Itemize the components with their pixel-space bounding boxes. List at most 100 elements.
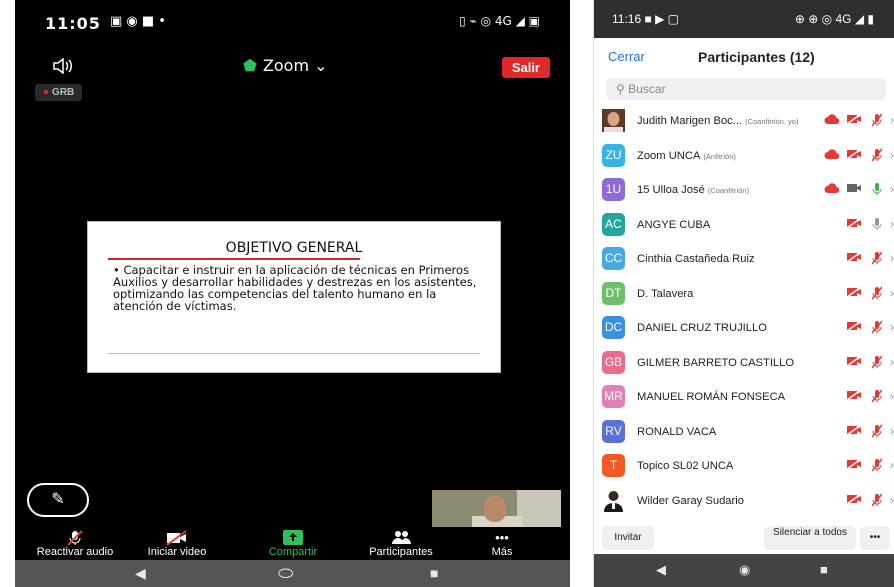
muted-mic-icon [871, 113, 883, 130]
camera-off-icon [127, 530, 227, 546]
mute-all-button[interactable]: Silenciar a todos [764, 526, 856, 550]
participant-row[interactable]: Wilder Garay Sudario › [594, 484, 894, 519]
participant-row[interactable]: AC ANGYE CUBA › [594, 208, 894, 243]
avatar: GB [602, 350, 625, 374]
record-dot-icon: ● [43, 87, 50, 98]
camera-off-icon [846, 251, 862, 266]
chevron-right-icon: › [890, 492, 894, 507]
participant-row[interactable]: RV RONALD VACA › [594, 415, 894, 450]
home-icon[interactable]: ◉ [739, 562, 750, 578]
recent-apps-icon[interactable]: ■ [430, 565, 438, 581]
more-button[interactable]: ••• Más [452, 530, 552, 558]
participant-row[interactable]: Judith Marigen Boc... (Coanfitrión, yo) › [594, 104, 894, 139]
avatar: DT [602, 281, 625, 305]
participant-role: (Coanfitrión, yo) [745, 117, 799, 126]
participants-icon [351, 530, 451, 546]
background-shelf [517, 490, 561, 527]
participant-row[interactable]: T Topico SL02 UNCA › [594, 449, 894, 484]
chevron-right-icon: › [890, 458, 894, 472]
avatar: RV [602, 419, 625, 443]
participant-name-text: Judith Marigen Boc... [637, 115, 743, 127]
participant-row[interactable]: GB GILMER BARRETO CASTILLO › [594, 346, 894, 381]
participant-name: 15 Ulloa José (Coanfitrión) [637, 184, 749, 196]
leave-button[interactable]: Salir [501, 57, 550, 78]
participant-name-text: RONALD VACA [637, 425, 717, 438]
participant-name: GILMER BARRETO CASTILLO [637, 357, 794, 369]
muted-mic-icon [871, 458, 883, 475]
participant-name: Zoom UNCA (Anfitrión) [637, 150, 736, 162]
person-face [484, 496, 506, 522]
participant-row[interactable]: CC Cinthia Castañeda Ruiz › [594, 242, 894, 277]
mic-icon [872, 217, 882, 234]
participants-header: Cerrar Participantes (12) [594, 38, 894, 76]
chevron-right-icon: › [890, 320, 894, 334]
self-video-thumbnail[interactable] [432, 490, 561, 527]
participant-row[interactable]: ZU Zoom UNCA (Anfitrión) › [594, 139, 894, 174]
invite-button[interactable]: Invitar [602, 526, 654, 550]
participants-screen: 11:16 ■ ▶ ▢ ⊕ ⊕ ◎ 4G ◢ ▮ Cerrar Particip… [593, 0, 894, 587]
close-button[interactable]: Cerrar [608, 49, 645, 64]
back-icon[interactable]: ◀ [656, 562, 666, 578]
muted-mic-icon [871, 320, 883, 337]
more-options-button[interactable]: ••• [860, 526, 890, 550]
toolbar-label: Más [491, 546, 513, 558]
avatar: 1U [602, 178, 625, 201]
avatar: T [602, 454, 625, 477]
participants-button[interactable]: Participantes [351, 530, 451, 558]
status-system-icons: ⊕ ⊕ ◎ 4G ◢ ▮ [794, 12, 874, 26]
muted-mic-icon [871, 286, 883, 303]
cloud-recording-icon [824, 148, 840, 163]
chevron-right-icon: › [890, 285, 894, 300]
participant-row[interactable]: 1U 15 Ulloa José (Coanfitrión) › [594, 173, 894, 208]
share-button[interactable]: Compartir [243, 530, 343, 558]
status-system-icons: ▯ ⌁ ◎ 4G ◢ ▣ [459, 14, 540, 28]
camera-off-icon [846, 492, 862, 508]
more-icon: ••• [495, 530, 509, 545]
cloud-recording-icon [824, 113, 840, 128]
share-icon [243, 530, 343, 546]
status-time-text: 11:16 [612, 12, 642, 26]
muted-mic-icon [871, 148, 883, 165]
muted-mic-icon [25, 530, 125, 546]
participant-name-text: 15 Ulloa José [637, 184, 705, 196]
participant-name: MANUEL ROMÁN FONSECA [637, 391, 785, 403]
participant-role: (Anfitrión) [703, 151, 736, 161]
mic-icon [872, 182, 882, 199]
back-icon[interactable]: ◀ [135, 565, 146, 582]
participant-name-text: Cinthia Castañeda Ruiz [637, 253, 755, 265]
participant-name: Wilder Garay Sudario [637, 495, 744, 507]
recent-apps-icon[interactable]: ■ [820, 562, 828, 577]
toolbar-label: Compartir [268, 546, 318, 558]
speaker-icon[interactable] [53, 57, 75, 78]
participant-name: Cinthia Castañeda Ruiz [637, 253, 755, 265]
meeting-topbar: ⬟ Zoom ⌄ Salir [15, 52, 570, 82]
meeting-title: Zoom [262, 56, 310, 75]
chevron-right-icon: › [890, 354, 894, 369]
home-icon[interactable]: ⬭ [278, 563, 293, 584]
camera-off-icon [846, 423, 862, 439]
status-time: 11:05 [45, 14, 101, 33]
meeting-toolbar: Reactivar audio Iniciar video Compartir … [15, 530, 570, 560]
participant-name: RONALD VACA [637, 426, 716, 438]
camera-off-icon [846, 354, 862, 370]
status-bar: 11:05 ▣ ◉ ■ • ▯ ⌁ ◎ 4G ◢ ▣ [15, 0, 570, 44]
slide-divider [108, 353, 480, 354]
meeting-title-dropdown[interactable]: ⬟ Zoom ⌄ [243, 56, 328, 75]
annotate-pen-button[interactable]: ✎ [27, 483, 89, 517]
camera-off-icon [846, 147, 862, 163]
toolbar-label: Reactivar audio [36, 546, 114, 558]
muted-mic-icon [871, 355, 883, 372]
avatar: DC [602, 316, 625, 339]
start-video-button[interactable]: Iniciar video [127, 530, 227, 558]
shield-icon: ⬟ [243, 56, 257, 75]
participant-name-text: GILMER BARRETO CASTILLO [637, 356, 795, 369]
toolbar-label: Iniciar video [147, 546, 207, 558]
participant-name-text: MANUEL ROMÁN FONSECA [637, 391, 786, 403]
search-input[interactable]: ⚲ Buscar [606, 78, 886, 100]
unmute-audio-button[interactable]: Reactivar audio [25, 530, 125, 558]
muted-mic-icon [871, 424, 883, 441]
participant-name: DANIEL CRUZ TRUJILLO [637, 322, 767, 334]
participant-row[interactable]: DC DANIEL CRUZ TRUJILLO › [594, 311, 894, 346]
participant-row[interactable]: DT D. Talavera › [594, 277, 894, 312]
participant-row[interactable]: MR MANUEL ROMÁN FONSECA › [594, 380, 894, 415]
